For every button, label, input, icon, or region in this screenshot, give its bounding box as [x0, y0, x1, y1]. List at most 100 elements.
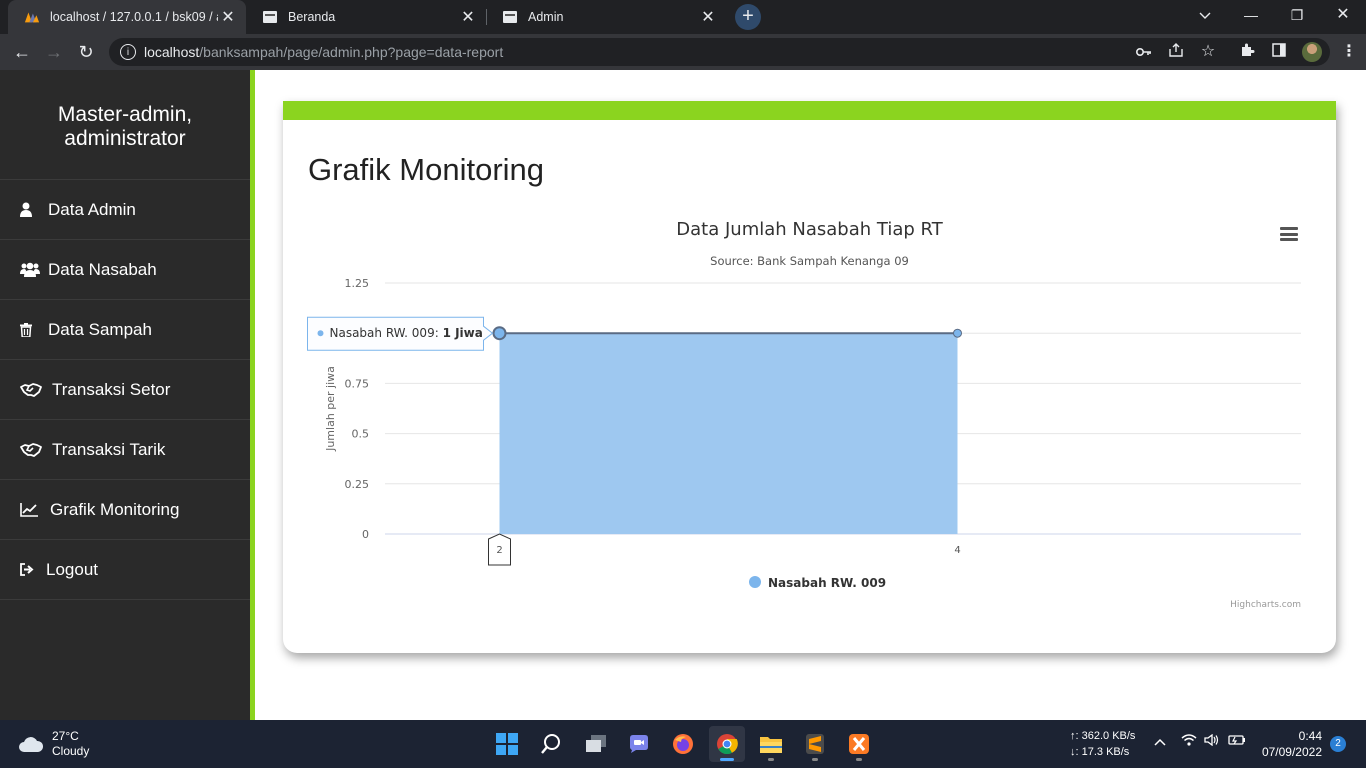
sublime-text-button[interactable] [797, 726, 833, 762]
tab-title: localhost / 127.0.0.1 / bsk09 / ad [50, 10, 218, 24]
wifi-icon[interactable] [1181, 734, 1197, 749]
key-icon[interactable] [1134, 42, 1154, 62]
battery-icon[interactable] [1228, 734, 1246, 749]
page-favicon-icon [262, 9, 278, 25]
search-icon [541, 734, 560, 754]
close-tab-icon[interactable]: ✕ [458, 7, 478, 27]
handshake-icon [20, 442, 46, 457]
sidebar-item-label: Data Sampah [48, 319, 152, 339]
chart-export-menu-icon[interactable] [1280, 227, 1298, 241]
chat-icon [630, 735, 648, 753]
sidebar-item-data-nasabah[interactable]: Data Nasabah [0, 240, 250, 300]
minimize-button[interactable]: — [1228, 0, 1274, 30]
site-info-icon[interactable]: i [120, 44, 136, 60]
sublime-text-icon [806, 734, 824, 754]
legend-label: Nasabah RW. 009 [768, 576, 886, 590]
chart-tooltip: Nasabah RW. 009: 1 Jiwa [307, 316, 494, 351]
sidebar-item-logout[interactable]: Logout [0, 540, 250, 600]
chart-subtitle: Source: Bank Sampah Kenanga 09 [710, 254, 909, 268]
sidebar-item-transaksi-tarik[interactable]: Transaksi Tarik [0, 420, 250, 480]
reload-button[interactable]: ↻ [75, 42, 97, 62]
close-tab-icon[interactable]: ✕ [218, 7, 238, 27]
xampp-icon [849, 734, 869, 754]
series-area [499, 333, 958, 534]
phpmyadmin-icon [24, 9, 40, 25]
card-accent-bar [283, 101, 1336, 120]
sign-out-icon [20, 563, 40, 576]
back-button[interactable]: ← [11, 42, 33, 62]
chart-legend: Nasabah RW. 009 [749, 576, 886, 590]
extensions-icon[interactable] [1237, 42, 1257, 62]
notification-badge[interactable]: 2 [1330, 736, 1346, 752]
cloud-icon [19, 737, 44, 752]
browser-toolbar: ← → ↻ i localhost/banksampah/page/admin.… [0, 34, 1366, 70]
close-tab-icon[interactable]: ✕ [698, 7, 718, 27]
search-button[interactable] [533, 726, 569, 762]
tab-admin[interactable]: Admin ✕ [486, 0, 726, 34]
chart-title: Data Jumlah Nasabah Tiap RT [676, 219, 943, 240]
tab-beranda[interactable]: Beranda ✕ [246, 0, 486, 34]
admin-name: administrator [64, 126, 186, 150]
firefox-icon [673, 734, 693, 754]
share-icon[interactable] [1166, 42, 1186, 62]
chevron-up-icon[interactable] [1154, 734, 1166, 749]
tab-title: Admin [528, 10, 564, 24]
xampp-button[interactable] [841, 726, 877, 762]
users-icon [20, 262, 42, 277]
profile-avatar[interactable] [1302, 42, 1322, 62]
net-download: ↓: 17.3 KB/s [1070, 746, 1130, 758]
tooltip-series-dot [317, 330, 324, 337]
sidebar-item-data-sampah[interactable]: Data Sampah [0, 300, 250, 360]
weather-widget[interactable]: 27°C Cloudy [18, 729, 89, 759]
side-panel-icon[interactable] [1269, 42, 1289, 62]
browser-menu-icon[interactable]: ⋮ [1339, 42, 1359, 62]
legend-marker [749, 576, 761, 588]
tab-phpmyadmin[interactable]: localhost / 127.0.0.1 / bsk09 / ad ✕ [8, 0, 246, 34]
chevron-down-icon [1199, 12, 1211, 19]
y-tick-label: 0 [362, 528, 369, 541]
x-crosshair-label-box [488, 533, 511, 566]
browser-tab-bar: localhost / 127.0.0.1 / bsk09 / ad ✕ Ber… [0, 0, 1366, 34]
sidebar-item-label: Grafik Monitoring [50, 499, 180, 519]
forward-button[interactable]: → [43, 42, 65, 62]
sidebar-item-label: Data Admin [48, 199, 136, 219]
new-tab-button[interactable]: + [735, 4, 761, 30]
y-tick-label: 0.5 [352, 428, 370, 441]
sidebar-item-label: Logout [46, 559, 98, 579]
url-path: /banksampah/page/admin.php?page=data-rep… [199, 44, 504, 60]
volume-icon[interactable] [1204, 733, 1220, 749]
weather-desc: Cloudy [52, 744, 90, 758]
page-favicon-icon [502, 9, 518, 25]
admin-role: Master-admin, [57, 102, 193, 126]
tooltip-box [307, 316, 494, 351]
y-tick-label: 0.75 [345, 377, 370, 390]
bookmark-star-icon[interactable]: ☆ [1198, 42, 1218, 62]
chrome-icon [717, 734, 738, 755]
x-tick-label: 4 [954, 545, 960, 556]
chart-card: Grafik Monitoring Data Jumlah Nasabah Ti… [283, 101, 1336, 653]
weather-temp: 27°C [52, 729, 79, 743]
sidebar-item-grafik-monitoring[interactable]: Grafik Monitoring [0, 480, 250, 540]
start-button[interactable] [489, 726, 525, 762]
restore-button[interactable]: ❐ [1274, 0, 1320, 30]
firefox-taskbar-button[interactable] [665, 726, 701, 762]
file-explorer-button[interactable] [753, 726, 789, 762]
tab-search-button[interactable] [1182, 0, 1228, 30]
sidebar-item-label: Data Nasabah [48, 259, 157, 279]
sidebar-item-label: Transaksi Setor [52, 379, 171, 399]
close-window-button[interactable]: ✕ [1320, 0, 1366, 30]
clock-time: 0:44 [1298, 729, 1322, 743]
sidebar-item-data-admin[interactable]: Data Admin [0, 180, 250, 240]
system-clock[interactable]: 0:44 07/09/2022 [1258, 728, 1322, 760]
sidebar-header: Master-admin, administrator [0, 70, 250, 180]
chrome-taskbar-button[interactable] [709, 726, 745, 762]
task-view-button[interactable] [578, 726, 614, 762]
y-tick-label: 0.25 [345, 478, 370, 491]
chart-credits: Highcharts.com [1230, 600, 1301, 610]
running-indicator [812, 758, 818, 761]
chat-button[interactable] [621, 726, 657, 762]
user-icon [20, 202, 42, 217]
tooltip-text: Nasabah RW. 009: 1 Jiwa [330, 326, 483, 340]
main-content: Grafik Monitoring Data Jumlah Nasabah Ti… [255, 70, 1366, 720]
sidebar-item-transaksi-setor[interactable]: Transaksi Setor [0, 360, 250, 420]
